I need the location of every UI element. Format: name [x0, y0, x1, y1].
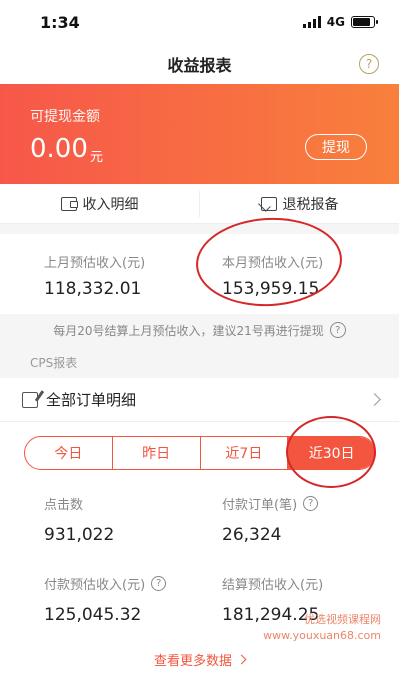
- status-icons: 4G: [302, 15, 378, 29]
- all-orders-label: 全部订单明细: [46, 391, 137, 409]
- last-month-value: 118,332.01: [44, 279, 142, 299]
- paid-orders-label: 付款订单(笔) ?: [222, 494, 319, 513]
- notice-text: 每月20号结算上月预估收入，建议21号再进行提现: [53, 323, 324, 338]
- this-month-value: 153,959.15: [222, 279, 320, 299]
- nav-bar: 收益报表 ?: [0, 44, 399, 84]
- tab-7-days[interactable]: 近7日: [201, 437, 289, 469]
- period-tabs: 今日 昨日 近7日 近30日: [24, 436, 376, 470]
- status-time: 1:34: [40, 12, 80, 32]
- cps-section-label: CPS报表: [0, 346, 399, 378]
- battery-level: [353, 18, 370, 26]
- tab-30-days[interactable]: 近30日: [288, 437, 375, 469]
- settled-estimate-label-text: 结算预估收入(元): [222, 578, 324, 593]
- paid-estimate-label: 付款预估收入(元) ?: [44, 574, 167, 593]
- question-circle-icon[interactable]: ?: [359, 54, 379, 74]
- page-title: 收益报表: [167, 56, 232, 75]
- income-detail-button[interactable]: 收入明细: [0, 184, 199, 223]
- clicks-label: 点击数: [44, 494, 114, 513]
- settled-estimate-label: 结算预估收入(元): [222, 574, 323, 593]
- clicks-label-text: 点击数: [44, 498, 84, 513]
- network-label: 4G: [326, 15, 345, 29]
- settlement-notice: 每月20号结算上月预估收入，建议21号再进行提现 ?: [0, 314, 399, 346]
- question-circle-icon[interactable]: ?: [329, 322, 346, 338]
- income-detail-label: 收入明细: [82, 196, 139, 213]
- clicks-value: 931,022: [44, 525, 115, 545]
- tax-report-button[interactable]: 退税报备: [200, 184, 399, 223]
- stat-paid-estimate: 付款预估收入(元) ? 125,045.32: [44, 574, 167, 625]
- all-orders-row[interactable]: 全部订单明细: [0, 378, 399, 422]
- tab-today[interactable]: 今日: [25, 437, 113, 469]
- edit-icon: [22, 391, 38, 408]
- chevron-right-icon: [368, 393, 381, 406]
- paid-orders-label-text: 付款订单(笔): [222, 498, 298, 513]
- view-more-label: 查看更多数据: [153, 654, 232, 669]
- mail-icon: [260, 196, 277, 211]
- paid-estimate-value: 125,045.32: [44, 605, 142, 625]
- stat-paid-orders: 付款订单(笔) ? 26,324: [222, 494, 319, 545]
- watermark-line-2: www.youxuan68.com: [263, 629, 381, 642]
- stat-clicks: 点击数 931,022: [44, 494, 114, 545]
- withdrawable-unit: 元: [90, 150, 104, 165]
- signal-icon: [302, 16, 321, 28]
- this-month-label: 本月预估收入(元): [222, 256, 324, 271]
- estimate-section: 上月预估收入(元) 118,332.01 本月预估收入(元) 153,959.1…: [0, 234, 399, 314]
- question-circle-icon[interactable]: ?: [151, 576, 167, 591]
- tab-yesterday[interactable]: 昨日: [113, 437, 201, 469]
- tax-report-label: 退税报备: [282, 196, 339, 213]
- paid-orders-value: 26,324: [222, 525, 282, 545]
- paid-estimate-label-text: 付款预估收入(元): [44, 578, 146, 593]
- section-gap: [0, 224, 399, 234]
- wallet-icon: [60, 196, 78, 211]
- last-month-estimate: 上月预估收入(元) 118,332.01: [44, 252, 145, 299]
- last-month-label: 上月预估收入(元): [44, 256, 146, 271]
- battery-icon: [351, 16, 378, 28]
- chevron-right-icon: [236, 654, 247, 665]
- action-row: 收入明细 退税报备: [0, 184, 399, 224]
- question-circle-icon[interactable]: ?: [303, 496, 319, 511]
- status-bar: 1:34 4G: [0, 0, 399, 44]
- withdraw-button[interactable]: 提现: [305, 134, 367, 160]
- withdrawable-amount: 0.00: [30, 134, 88, 164]
- watermark: 优选视频课程网 www.youxuan68.com: [263, 612, 381, 644]
- view-more-data-link[interactable]: 查看更多数据: [0, 650, 399, 669]
- watermark-line-1: 优选视频课程网: [304, 613, 381, 626]
- this-month-estimate: 本月预估收入(元) 153,959.15: [222, 252, 323, 299]
- withdrawable-label: 可提现金额: [30, 109, 100, 125]
- withdrawable-banner: 可提现金额 0.00 元 提现: [0, 84, 399, 184]
